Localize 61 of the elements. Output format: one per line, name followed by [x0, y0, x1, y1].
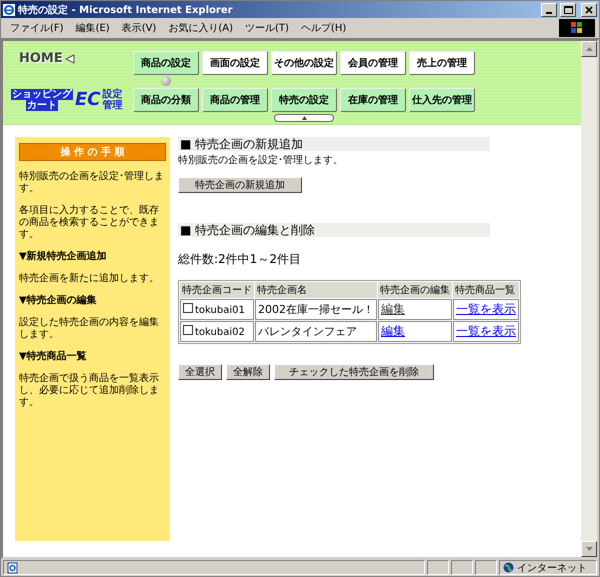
globe-icon	[503, 562, 514, 573]
add-button[interactable]: 特売企画の新規追加	[178, 177, 302, 193]
campaign-code: tokubai02	[195, 327, 245, 338]
close-button[interactable]	[581, 2, 597, 16]
column-header: 特売商品一覧	[453, 282, 519, 298]
scroll-down-icon	[586, 547, 592, 551]
section-heading: ■ 特売企画の編集と削除	[178, 223, 490, 237]
sidebar-text: 特別販売の企画を設定･管理します。	[19, 171, 165, 195]
window-title: 特売の設定 - Microsoft Internet Explorer	[18, 3, 234, 16]
sidebar-text: 設定した特売企画の内容を編集します。	[19, 317, 160, 341]
menu-item[interactable]: 表示(V)	[116, 19, 162, 37]
checkbox[interactable]	[183, 325, 193, 335]
home-link[interactable]: HOME	[19, 51, 63, 66]
scrollbar[interactable]	[581, 41, 597, 557]
menu-item[interactable]: ツール(T)	[240, 19, 294, 37]
sidebar-text: 各項目に入力することで、既存の商品を検索することができます。	[19, 205, 160, 241]
windows-logo-icon	[559, 19, 595, 37]
menu-item[interactable]: 編集(E)	[70, 19, 115, 37]
maximize-button[interactable]	[560, 2, 576, 16]
sidebar-text: 特売企画で扱う商品を一覧表示し、必要に応じて追加削除します。	[19, 373, 160, 409]
triangle-icon	[302, 116, 306, 120]
zone-label: インターネット	[517, 562, 587, 574]
subnav-button[interactable]: 仕入先の管理	[409, 88, 475, 112]
action-button[interactable]: 全選択	[178, 364, 222, 380]
nav-button[interactable]: 会員の管理	[340, 51, 406, 75]
subnav-button[interactable]: 商品の分類	[133, 88, 199, 112]
section-heading: ■ 特売企画の新規追加	[178, 137, 490, 151]
table-cell: 2002在庫一掃セール！	[255, 299, 377, 320]
subnav-button[interactable]: 在庫の管理	[340, 88, 406, 112]
triangle-icon	[64, 54, 75, 64]
close-icon	[585, 6, 593, 14]
column-header: 特売企画名	[255, 282, 377, 298]
nav-button[interactable]: その他の設定	[271, 51, 337, 75]
scroll-up-icon	[586, 47, 592, 51]
campaign-code: tokubai01	[195, 305, 245, 316]
subnav-button[interactable]: 商品の管理	[202, 88, 268, 112]
action-button[interactable]: 全解除	[226, 364, 270, 380]
sidebar-heading: ▼新規特売企画追加	[19, 251, 108, 263]
column-header: 特売企画コード	[180, 282, 254, 298]
nav-button[interactable]: 商品の設定	[133, 51, 199, 75]
minimize-icon	[546, 12, 552, 14]
action-button[interactable]: チェックした特売企画を削除	[274, 364, 434, 380]
page-icon	[7, 562, 19, 574]
sidebar-title: 操 作 の 手 順	[19, 143, 166, 161]
sidebar-heading: ▼特売企画の編集	[19, 295, 98, 307]
menu-item[interactable]: ヘルプ(H)	[296, 19, 352, 37]
subnav-button[interactable]: 特売の設定	[271, 88, 337, 112]
sidebar-heading: ▼特売商品一覧	[19, 351, 88, 363]
minimize-button[interactable]	[541, 2, 557, 16]
nav-button[interactable]: 売上の管理	[409, 51, 475, 75]
column-header: 特売企画の編集	[378, 282, 452, 298]
sidebar-text: 特売企画を新たに追加します。	[19, 273, 160, 285]
indicator-dot-icon	[161, 76, 171, 86]
nav-button[interactable]: 画面の設定	[202, 51, 268, 75]
menu-item[interactable]: お気に入り(A)	[163, 19, 238, 37]
maximize-icon	[564, 6, 572, 14]
section-description: 特別販売の企画を設定･管理します。	[178, 154, 344, 167]
table-cell: バレンタインフェア	[255, 321, 377, 342]
menu-item[interactable]: ファイル(F)	[5, 19, 69, 37]
record-count: 総件数:2件中1～2件目	[178, 251, 302, 268]
checkbox[interactable]	[183, 303, 193, 313]
